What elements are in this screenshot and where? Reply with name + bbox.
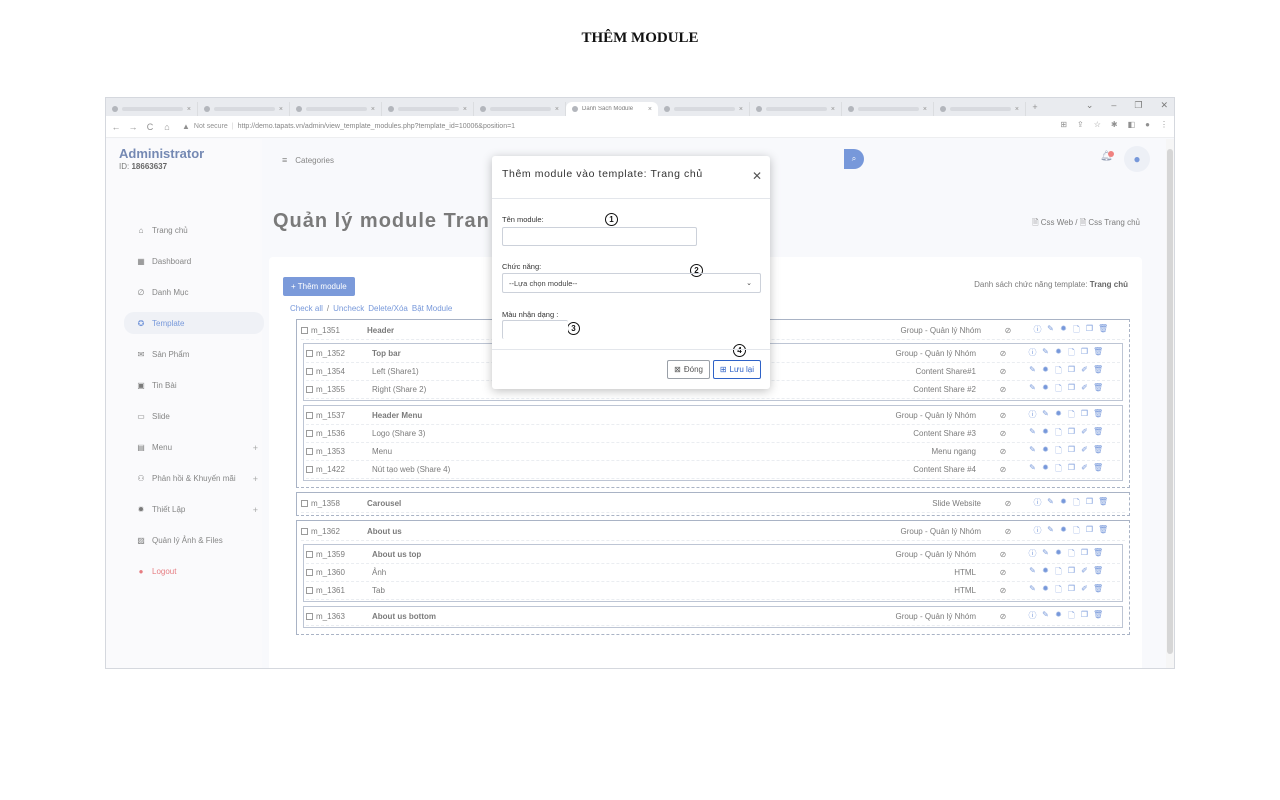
save-button-label: Lưu lại	[729, 365, 754, 374]
add-module-modal: Thêm module vào template: Trang chủ ✕ Tê…	[492, 156, 770, 389]
function-label: Chức năng:	[502, 262, 542, 271]
color-picker-input[interactable]	[502, 320, 568, 339]
marker-1: 1	[605, 213, 618, 226]
marker-3: 3	[567, 322, 580, 335]
close-box-icon: ⊠	[674, 365, 681, 374]
close-button[interactable]: ⊠ Đóng	[667, 360, 710, 379]
color-label: Màu nhận dạng :	[502, 310, 559, 319]
modal-title: Thêm module vào template: Trang chủ	[502, 168, 703, 180]
screenshot: View Customers×Hiển thị chi tiết×Quản lý…	[105, 97, 1175, 669]
modal-header: Thêm module vào template: Trang chủ ✕	[492, 156, 770, 199]
module-name-input[interactable]	[502, 227, 697, 246]
module-name-label: Tên module:	[502, 215, 544, 224]
save-icon: ⊞	[719, 365, 727, 374]
function-select-value: --Lựa chọn module--	[509, 278, 578, 288]
save-button[interactable]: ⊞ Lưu lại	[712, 360, 761, 379]
modal-footer: ⊠ Đóng ⊞ Lưu lại	[492, 349, 770, 389]
document-title: THÊM MODULE	[581, 30, 699, 46]
modal-close-icon[interactable]: ✕	[752, 169, 762, 183]
chevron-down-icon: ⌄	[746, 280, 752, 287]
close-button-label: Đóng	[683, 365, 703, 374]
function-select[interactable]: --Lựa chọn module-- ⌄	[502, 273, 761, 293]
